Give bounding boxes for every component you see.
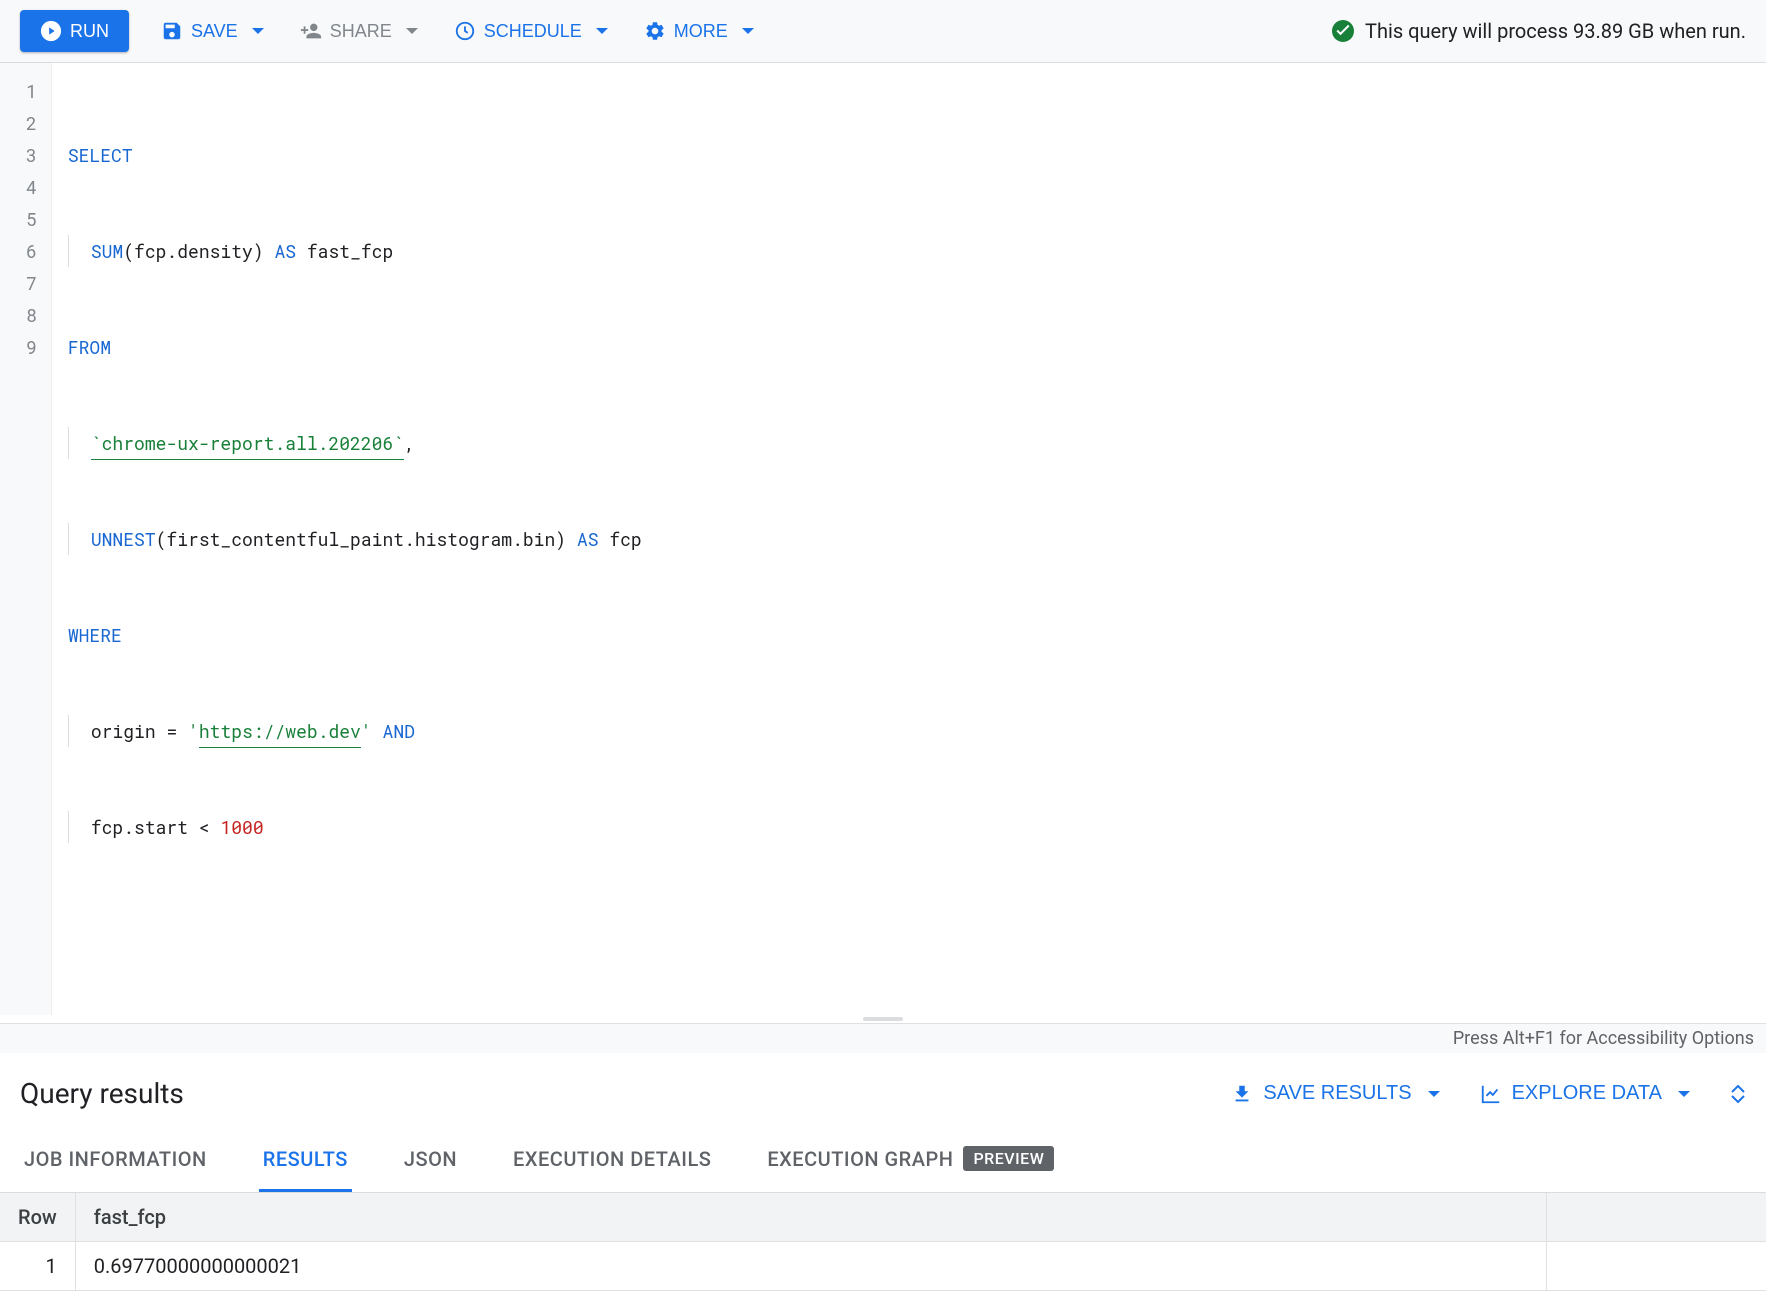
col-fast-fcp: fast_fcp [75, 1193, 1546, 1242]
tab-job-information[interactable]: JOB INFORMATION [20, 1128, 211, 1192]
table-header-row: Row fast_fcp [0, 1193, 1766, 1242]
results-table: Row fast_fcp 1 0.69770000000000021 [0, 1193, 1766, 1291]
cell-fast-fcp: 0.69770000000000021 [75, 1242, 1546, 1291]
results-header: Query results SAVE RESULTS EXPLORE DATA [0, 1053, 1766, 1128]
chevron-down-icon [252, 28, 264, 34]
run-button[interactable]: RUN [20, 10, 129, 52]
expand-collapse-toggle[interactable] [1730, 1084, 1746, 1104]
save-button[interactable]: SAVE [157, 14, 268, 48]
chevron-down-icon [742, 28, 754, 34]
tab-execution-graph[interactable]: EXECUTION GRAPH PREVIEW [763, 1128, 1058, 1192]
sql-editor[interactable]: 1 2 3 4 5 6 7 8 9 SELECT SUM(fcp.density… [0, 63, 1766, 1015]
gear-icon [644, 20, 666, 42]
code-content[interactable]: SELECT SUM(fcp.density) AS fast_fcp FROM… [52, 63, 1766, 1015]
download-icon [1231, 1083, 1253, 1105]
schedule-label: SCHEDULE [484, 21, 582, 42]
chevron-down-icon [1730, 1094, 1746, 1104]
run-label: RUN [70, 21, 109, 42]
chevron-down-icon [1428, 1091, 1440, 1097]
drag-handle[interactable] [0, 1015, 1766, 1023]
table-row[interactable]: 1 0.69770000000000021 [0, 1242, 1766, 1291]
col-row: Row [0, 1193, 75, 1242]
toolbar: RUN SAVE SHARE SCHEDULE MORE This query … [0, 0, 1766, 63]
share-button[interactable]: SHARE [296, 14, 422, 48]
results-tabs: JOB INFORMATION RESULTS JSON EXECUTION D… [0, 1128, 1766, 1193]
more-button[interactable]: MORE [640, 14, 758, 48]
chevron-down-icon [1678, 1091, 1690, 1097]
save-results-button[interactable]: SAVE RESULTS [1231, 1082, 1439, 1105]
query-status: This query will process 93.89 GB when ru… [1331, 19, 1746, 43]
play-icon [40, 20, 62, 42]
explore-data-label: EXPLORE DATA [1512, 1082, 1662, 1105]
chevron-down-icon [596, 28, 608, 34]
chart-icon [1480, 1083, 1502, 1105]
results-title: Query results [20, 1077, 184, 1110]
save-icon [161, 20, 183, 42]
save-results-label: SAVE RESULTS [1263, 1082, 1411, 1105]
explore-data-button[interactable]: EXPLORE DATA [1480, 1082, 1690, 1105]
preview-badge: PREVIEW [963, 1146, 1054, 1171]
tab-json[interactable]: JSON [400, 1128, 461, 1192]
schedule-icon [454, 20, 476, 42]
chevron-down-icon [406, 28, 418, 34]
schedule-button[interactable]: SCHEDULE [450, 14, 612, 48]
share-icon [300, 20, 322, 42]
tab-execution-details[interactable]: EXECUTION DETAILS [509, 1128, 715, 1192]
share-label: SHARE [330, 21, 392, 42]
save-label: SAVE [191, 21, 238, 42]
more-label: MORE [674, 21, 728, 42]
accessibility-hint: Press Alt+F1 for Accessibility Options [0, 1023, 1766, 1053]
check-circle-icon [1331, 19, 1355, 43]
cell-rownum: 1 [0, 1242, 75, 1291]
status-text: This query will process 93.89 GB when ru… [1365, 19, 1746, 43]
line-gutter: 1 2 3 4 5 6 7 8 9 [0, 63, 52, 1015]
chevron-up-icon [1730, 1084, 1746, 1094]
tab-results[interactable]: RESULTS [259, 1128, 352, 1192]
